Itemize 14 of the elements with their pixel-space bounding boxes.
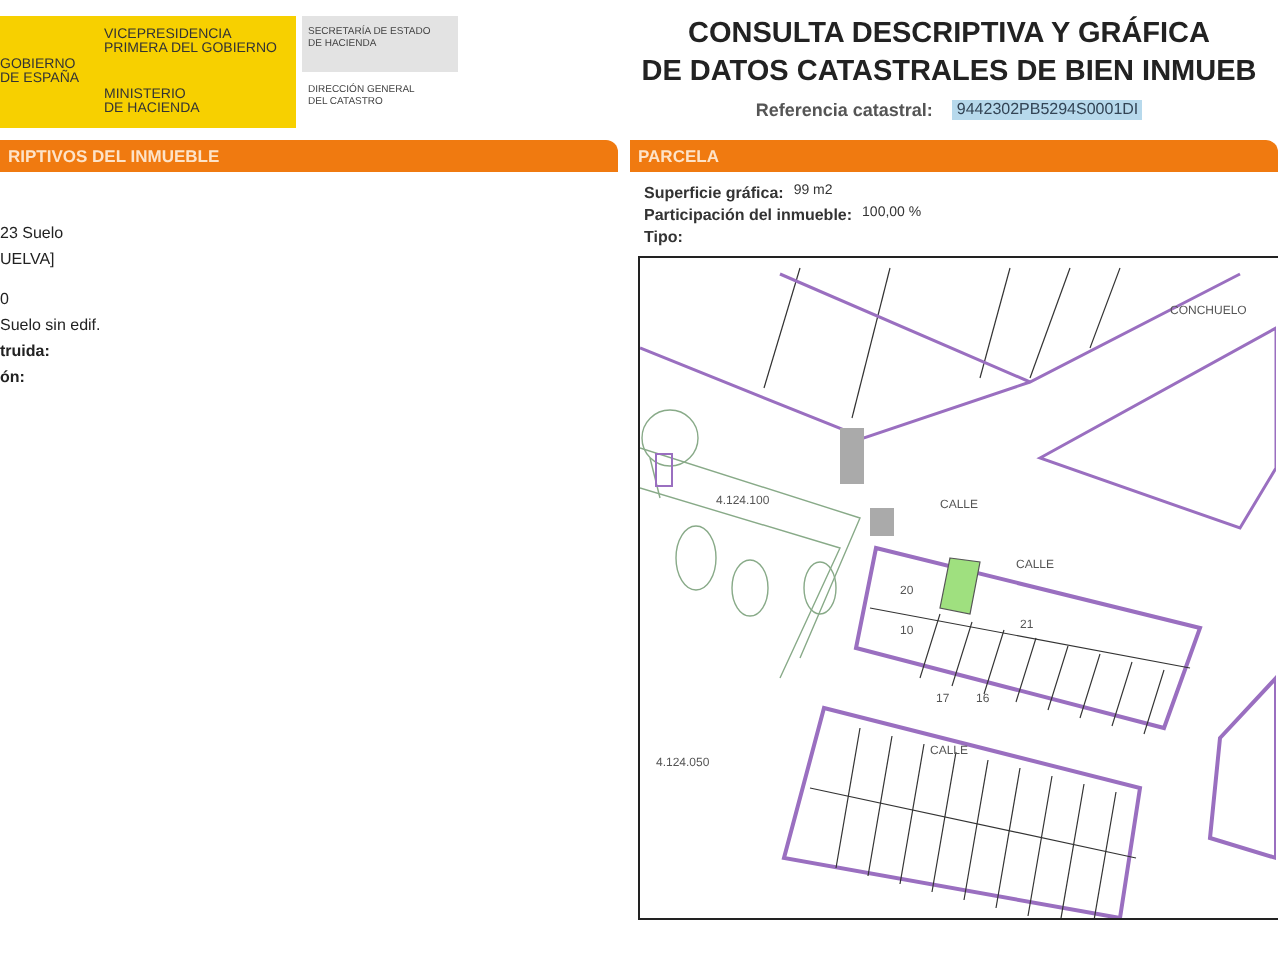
property-detail-text: Suelo sin edif. <box>0 316 103 338</box>
property-detail-text: 23 Suelo <box>0 224 66 246</box>
field-label: Superficie gráfica: <box>644 184 784 202</box>
reference-value: 9442302PB5294S0001DI <box>952 100 1143 120</box>
field-label: Participación del inmueble: <box>644 206 853 224</box>
section-header: RIPTIVOS DEL INMUEBLE <box>0 140 618 172</box>
property-detail-text: 0 <box>0 290 11 312</box>
field-label: Tipo: <box>644 228 683 246</box>
reference-label: Referencia catastral: <box>755 100 933 120</box>
section-header: PARCELA <box>630 140 1278 172</box>
property-detail-text: ón: <box>0 368 27 390</box>
property-detail-text: UELVA] <box>0 250 57 272</box>
document-title: CONSULTA DESCRIPTIVA Y GRÁFICA DE DATOS CATASTRALES DE BIEN INMUEB <box>641 16 1257 92</box>
property-detail-text: truida: <box>0 342 52 364</box>
